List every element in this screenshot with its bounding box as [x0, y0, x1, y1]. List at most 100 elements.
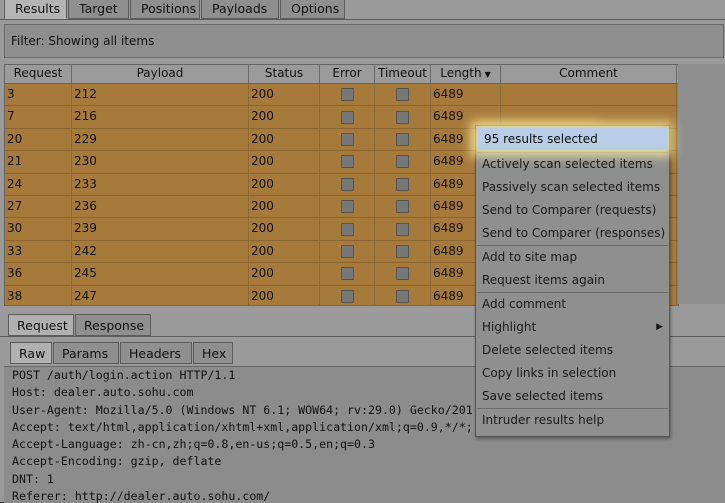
cell-timeout — [375, 151, 431, 173]
cell-status: 200 — [249, 151, 320, 173]
checkbox-icon — [396, 289, 409, 303]
cell-length: 6489 — [431, 84, 501, 106]
tab-positions[interactable]: Positions — [130, 0, 200, 19]
cell-timeout — [375, 106, 431, 128]
menu-item-delete-selected[interactable]: Delete selected items — [476, 339, 669, 362]
checkbox-icon — [340, 244, 354, 258]
menu-item-highlight-label: Highlight — [482, 320, 537, 334]
column-header-length[interactable]: Length ▼ — [431, 65, 501, 83]
cell-payload: 247 — [72, 285, 249, 305]
column-header-payload[interactable]: Payload — [72, 65, 249, 83]
checkbox-icon — [340, 132, 354, 146]
checkbox-icon — [340, 88, 354, 102]
tab-target[interactable]: Target — [68, 0, 129, 19]
checkbox-icon — [340, 289, 354, 303]
request-line: Referer: http://dealer.auto.sohu.com/ — [12, 489, 271, 503]
cell-payload: 242 — [72, 240, 249, 263]
tab-options[interactable]: Options — [280, 0, 345, 19]
menu-item-actively-scan[interactable]: Actively scan selected items — [476, 153, 669, 176]
menu-item-add-comment[interactable]: Add comment — [476, 293, 669, 316]
column-header-request[interactable]: Request — [5, 65, 72, 83]
cell-error — [320, 173, 375, 195]
cell-status: 200 — [249, 263, 320, 285]
column-header-timeout[interactable]: Timeout — [375, 65, 431, 83]
cell-status: 200 — [249, 218, 320, 240]
checkbox-icon — [396, 177, 409, 191]
checkbox-icon — [340, 155, 354, 169]
tab-response[interactable]: Response — [75, 314, 151, 336]
tab-params[interactable]: Params — [53, 342, 119, 364]
checkbox-icon — [396, 200, 409, 214]
checkbox-icon — [396, 222, 409, 236]
top-tab-bar: Results Target Positions Payloads Option… — [4, 0, 346, 20]
submenu-arrow-icon: ▶ — [656, 322, 663, 332]
cell-error — [320, 128, 375, 151]
cell-request: 20 — [5, 128, 72, 151]
cell-timeout — [375, 240, 431, 263]
sort-descending-icon: ▼ — [484, 70, 491, 79]
menu-item-request-again[interactable]: Request items again — [476, 269, 669, 292]
table-side-gutter — [678, 64, 725, 304]
request-line: Accept-Language: zh-cn,zh;q=0.8,en-us;q=… — [12, 437, 375, 452]
cell-status: 200 — [249, 84, 320, 106]
checkbox-icon — [396, 88, 409, 102]
menu-item-highlight[interactable]: Highlight ▶ — [476, 316, 669, 339]
cell-comment — [501, 84, 677, 106]
cell-error — [320, 84, 375, 106]
menu-item-add-to-site-map[interactable]: Add to site map — [476, 246, 669, 269]
cell-request: 3 — [5, 84, 72, 106]
cell-request: 7 — [5, 106, 72, 128]
tab-results[interactable]: Results — [4, 0, 67, 19]
cell-error — [320, 240, 375, 263]
column-header-status[interactable]: Status — [249, 65, 320, 83]
tab-request[interactable]: Request — [8, 314, 74, 336]
cell-timeout — [375, 128, 431, 151]
cell-request: 38 — [5, 285, 72, 305]
menu-item-passively-scan[interactable]: Passively scan selected items — [476, 176, 669, 199]
column-header-error[interactable]: Error — [320, 65, 375, 83]
checkbox-icon — [340, 177, 354, 191]
column-header-comment[interactable]: Comment — [501, 65, 677, 83]
cell-error — [320, 263, 375, 285]
cell-payload: 239 — [72, 218, 249, 240]
cell-payload: 245 — [72, 263, 249, 285]
cell-timeout — [375, 218, 431, 240]
menu-item-send-comparer-requests[interactable]: Send to Comparer (requests) — [476, 199, 669, 222]
table-header: Request Payload Status Error Timeout Len… — [5, 65, 678, 84]
cell-status: 200 — [249, 128, 320, 151]
checkbox-icon — [396, 155, 409, 169]
cell-payload: 233 — [72, 173, 249, 195]
tab-payloads[interactable]: Payloads — [201, 0, 279, 19]
filter-bar[interactable]: Filter: Showing all items — [4, 24, 724, 58]
message-tab-bar: Request Response — [8, 314, 152, 336]
column-header-length-label: Length — [440, 66, 482, 80]
cell-payload: 230 — [72, 151, 249, 173]
cell-timeout — [375, 195, 431, 218]
context-menu-header: 95 results selected — [478, 128, 667, 150]
tab-divider — [0, 19, 725, 20]
cell-timeout — [375, 263, 431, 285]
table-row[interactable]: 3 212 200 6489 — [5, 84, 678, 107]
request-line: DNT: 1 — [12, 471, 54, 486]
cell-payload: 212 — [72, 84, 249, 106]
cell-error — [320, 195, 375, 218]
view-tab-bar: Raw Params Headers Hex — [10, 342, 234, 364]
menu-item-copy-links[interactable]: Copy links in selection — [476, 362, 669, 385]
menu-item-send-comparer-responses[interactable]: Send to Comparer (responses) — [476, 222, 669, 245]
cell-timeout — [375, 285, 431, 305]
menu-item-save-selected[interactable]: Save selected items — [476, 385, 669, 408]
cell-timeout — [375, 84, 431, 106]
menu-item-intruder-help[interactable]: Intruder results help — [476, 409, 669, 432]
cell-status: 200 — [249, 285, 320, 305]
request-line: Accept-Encoding: gzip, deflate — [12, 454, 222, 469]
cell-request: 27 — [5, 195, 72, 218]
checkbox-icon — [340, 110, 354, 124]
cell-payload: 236 — [72, 195, 249, 218]
cell-request: 30 — [5, 218, 72, 240]
tab-headers[interactable]: Headers — [120, 342, 192, 364]
tab-hex[interactable]: Hex — [193, 342, 233, 364]
cell-error — [320, 151, 375, 173]
cell-payload: 216 — [72, 106, 249, 128]
tab-raw[interactable]: Raw — [10, 342, 52, 364]
cell-error — [320, 218, 375, 240]
